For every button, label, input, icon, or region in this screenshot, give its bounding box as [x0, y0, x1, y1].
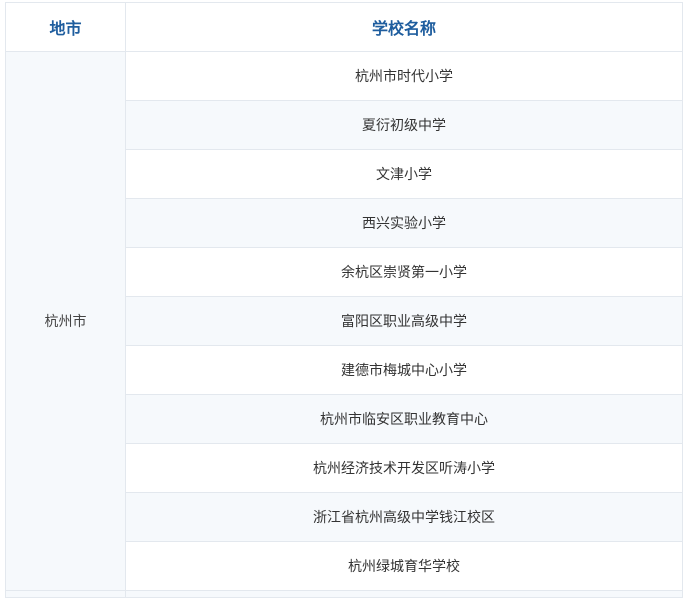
school-cell: 杭州经济技术开发区听涛小学	[125, 443, 683, 493]
school-cell: 余杭区崇贤第一小学	[125, 247, 683, 297]
school-table: 地市 学校名称 杭州市 杭州市时代小学 夏衍初级中学 文津小学 西兴实验小学 余…	[5, 2, 683, 598]
school-cell: 建德市梅城中心小学	[125, 345, 683, 395]
school-cell: 文津小学	[125, 149, 683, 199]
school-cell: 杭州绿城育华学校	[125, 541, 683, 591]
header-row: 地市 学校名称	[5, 2, 683, 52]
school-cell: 杭州市临安区职业教育中心	[125, 394, 683, 444]
school-cell: 富阳区职业高级中学	[125, 296, 683, 346]
city-cell: 杭州市	[5, 51, 126, 591]
school-cell: 夏衍初级中学	[125, 100, 683, 150]
table-row: 杭州市 杭州市时代小学	[5, 51, 683, 591]
column-header-school: 学校名称	[125, 2, 683, 52]
next-school-cell	[125, 590, 683, 598]
school-cell: 杭州市时代小学	[125, 51, 683, 101]
table-row-partial	[5, 590, 683, 598]
school-cell: 西兴实验小学	[125, 198, 683, 248]
column-header-city: 地市	[5, 2, 126, 52]
school-cell: 浙江省杭州高级中学钱江校区	[125, 492, 683, 542]
next-city-cell	[5, 590, 126, 598]
